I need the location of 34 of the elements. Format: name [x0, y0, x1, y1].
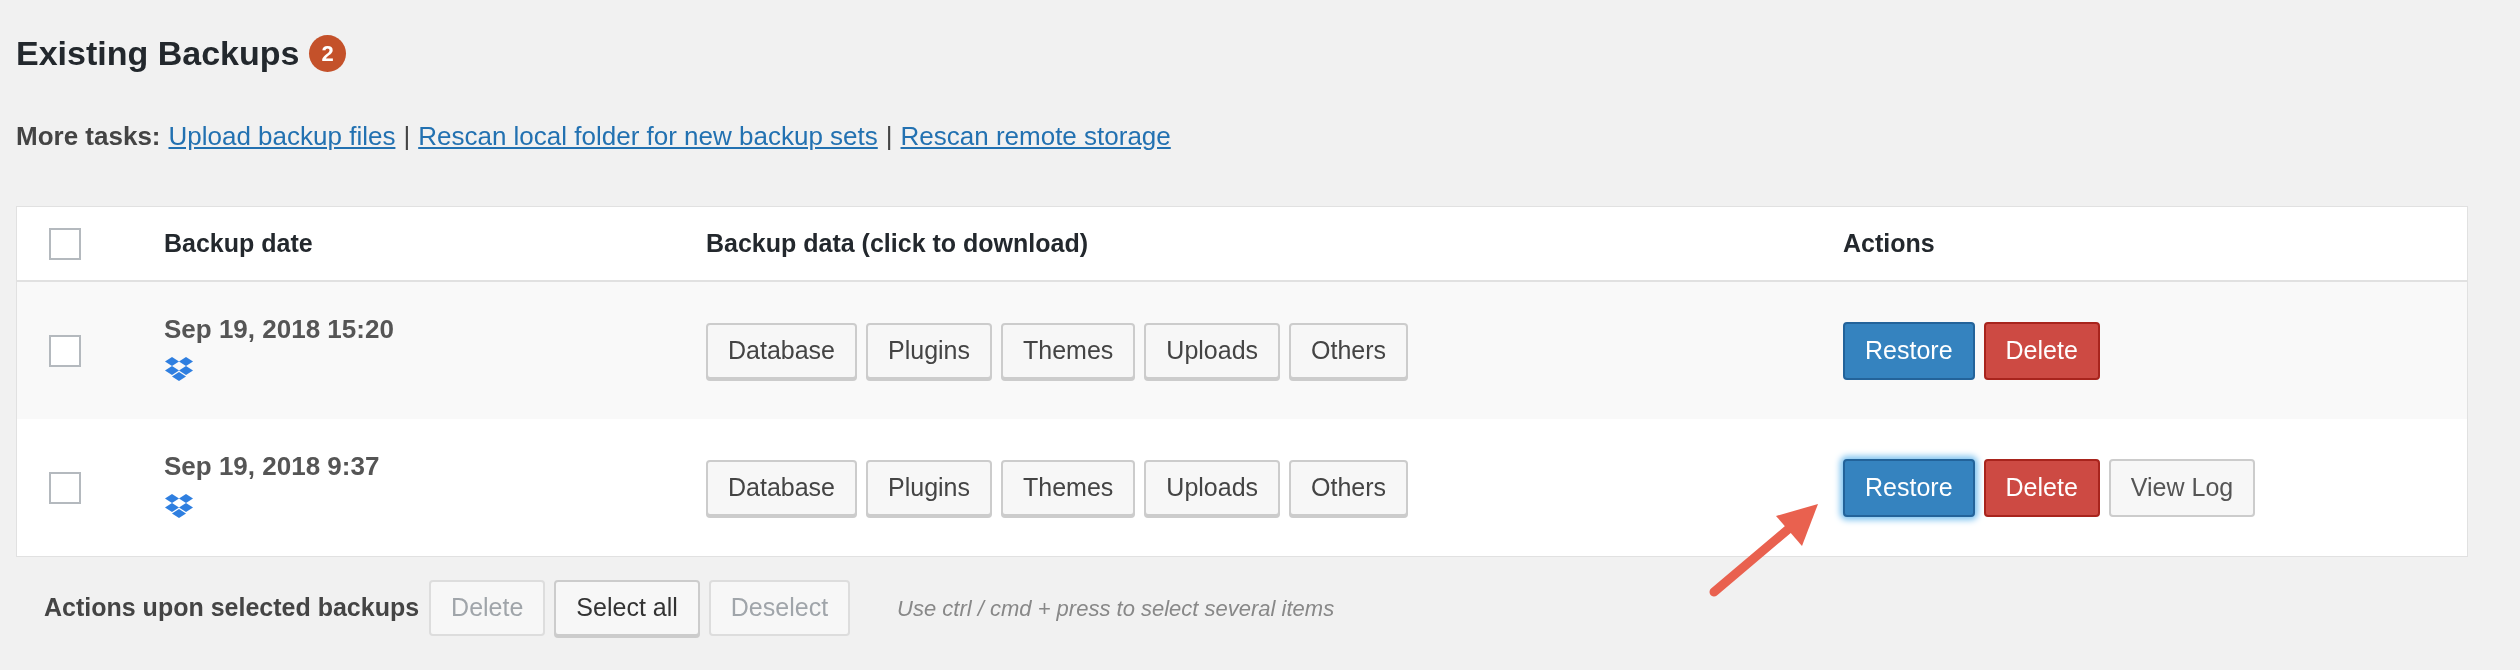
download-button[interactable]: Others	[1289, 459, 1409, 516]
download-button[interactable]: Plugins	[866, 322, 993, 379]
download-button[interactable]: Database	[706, 459, 858, 516]
bulk-actions-label: Actions upon selected backups	[44, 592, 420, 624]
more-tasks-label: More tasks:	[16, 120, 161, 153]
bulk-button[interactable]: Select all	[554, 580, 700, 636]
backup-date: Sep 19, 2018 15:20	[164, 313, 395, 346]
checkbox[interactable]	[49, 334, 81, 367]
page-title: Existing Backups	[16, 33, 300, 74]
separator: |	[885, 120, 893, 153]
delete-button[interactable]: Delete	[1983, 458, 2100, 517]
download-button[interactable]: Database	[706, 322, 858, 379]
column-header: Backup data (click to download)	[706, 227, 1088, 259]
download-button[interactable]: Plugins	[866, 459, 993, 516]
download-button[interactable]: Uploads	[1144, 322, 1281, 379]
hint-text: Use ctrl / cmd + press to select several items	[897, 594, 1335, 623]
backup-date: Sep 19, 2018 9:37	[164, 450, 381, 483]
separator: |	[403, 120, 411, 153]
download-button[interactable]: Themes	[1001, 322, 1136, 379]
task-link[interactable]: Rescan local folder for new backup sets	[418, 117, 878, 156]
column-header: Actions	[1843, 227, 1935, 259]
checkbox[interactable]	[49, 227, 81, 260]
task-link[interactable]: Rescan remote storage	[900, 117, 1171, 156]
task-link[interactable]: Upload backup files	[168, 117, 396, 156]
download-button[interactable]: Uploads	[1144, 459, 1281, 516]
restore-button[interactable]: Restore	[1843, 321, 1975, 380]
download-button[interactable]: Themes	[1001, 459, 1136, 516]
restore-button[interactable]: Restore	[1843, 458, 1975, 517]
checkbox[interactable]	[49, 471, 81, 504]
download-button[interactable]: Others	[1289, 322, 1409, 379]
count-badge: 2	[309, 35, 346, 72]
column-header: Backup date	[164, 227, 313, 259]
view-log-button[interactable]: View Log	[2108, 458, 2256, 517]
delete-button[interactable]: Delete	[1983, 321, 2100, 380]
